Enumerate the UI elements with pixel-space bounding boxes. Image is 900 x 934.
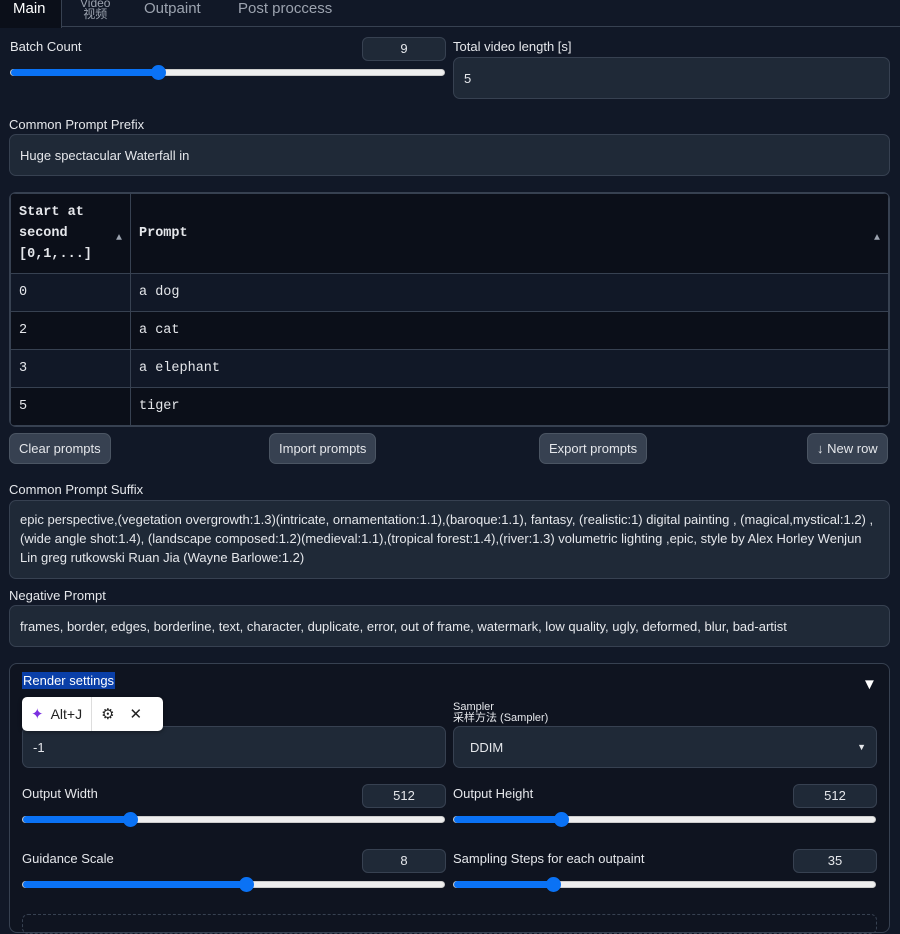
cell-second[interactable]: 0 xyxy=(10,273,131,312)
sub-panel xyxy=(22,914,877,934)
sampler-label: Sampler 采样方法 (Sampler) xyxy=(453,702,548,724)
cell-second[interactable]: 5 xyxy=(10,387,131,426)
cell-prompt[interactable]: tiger xyxy=(130,387,889,426)
suffix-input[interactable]: epic perspective,(vegetation overgrowth:… xyxy=(9,500,890,579)
batch-count-label: Batch Count xyxy=(10,39,82,54)
sampler-value: DDIM xyxy=(470,739,504,755)
cell-prompt[interactable]: a cat xyxy=(130,311,889,350)
tab-video[interactable]: Video 视频 xyxy=(80,0,110,25)
sampler-select[interactable]: DDIM ▼ xyxy=(453,726,877,768)
assistant-popup: ✦ Alt+J ⚙ ✕ xyxy=(22,697,163,731)
tab-bar: Main Video 视频 Outpaint Post proccess xyxy=(0,0,900,28)
table-row[interactable]: 3a elephant xyxy=(10,349,889,388)
close-icon[interactable]: ✕ xyxy=(130,705,143,723)
slider-thumb[interactable] xyxy=(151,65,167,80)
tab-video-sublabel: 视频 xyxy=(83,7,108,21)
header-start-second[interactable]: Start at second [0,1,...] ▲ xyxy=(10,193,131,274)
sort-icon[interactable]: ▲ xyxy=(116,228,122,249)
prefix-input[interactable]: Huge spectacular Waterfall in xyxy=(9,134,890,176)
steps-label: Sampling Steps for each outpaint xyxy=(453,851,645,866)
batch-count-slider[interactable] xyxy=(10,65,445,80)
prefix-label: Common Prompt Prefix xyxy=(9,117,145,132)
output-width-slider[interactable] xyxy=(22,812,445,827)
output-height-input[interactable]: 512 xyxy=(793,784,877,808)
negative-label: Negative Prompt xyxy=(9,588,106,603)
gear-icon[interactable]: ⚙ xyxy=(101,705,114,723)
video-length-label: Total video length [s] xyxy=(453,39,572,54)
negative-input[interactable]: frames, border, edges, borderline, text,… xyxy=(9,605,890,647)
export-prompts-button[interactable]: Export prompts xyxy=(539,433,648,464)
render-settings-title[interactable]: Render settings xyxy=(22,672,116,689)
slider-thumb[interactable] xyxy=(553,812,569,827)
output-width-input[interactable]: 512 xyxy=(362,784,446,808)
steps-input[interactable]: 35 xyxy=(793,849,877,873)
batch-count-input[interactable]: 9 xyxy=(362,37,446,61)
cell-second[interactable]: 2 xyxy=(10,311,131,350)
sort-icon[interactable]: ▲ xyxy=(874,228,880,249)
output-width-label: Output Width xyxy=(22,786,98,801)
sampler-label-zh: 采样方法 (Sampler) xyxy=(453,712,549,724)
output-height-label: Output Height xyxy=(453,786,534,801)
cell-second[interactable]: 3 xyxy=(10,349,131,388)
table-row[interactable]: 0a dog xyxy=(10,273,889,312)
cell-prompt[interactable]: a elephant xyxy=(130,349,889,388)
header-prompt[interactable]: Prompt ▲ xyxy=(130,193,889,274)
tab-post-process[interactable]: Post proccess xyxy=(238,0,332,27)
clear-prompts-button[interactable]: Clear prompts xyxy=(9,433,111,464)
guidance-label: Guidance Scale xyxy=(22,851,114,866)
arrow-down-icon: ↓ xyxy=(817,441,828,456)
table-row[interactable]: 5 tiger xyxy=(10,387,889,426)
sparkle-icon[interactable]: ✦ xyxy=(31,705,44,723)
output-height-slider[interactable] xyxy=(453,812,876,827)
new-row-button[interactable]: ↓ New row xyxy=(807,433,888,464)
seed-input[interactable]: -1 xyxy=(22,726,446,768)
steps-slider[interactable] xyxy=(453,877,876,892)
tab-outpaint[interactable]: Outpaint xyxy=(144,0,201,27)
chevron-down-icon: ▼ xyxy=(857,741,866,752)
prompt-table: Start at second [0,1,...] ▲ Prompt ▲ 0a do… xyxy=(9,192,890,427)
guidance-input[interactable]: 8 xyxy=(362,849,446,873)
video-length-input[interactable]: 5 xyxy=(453,57,890,99)
shortcut-label[interactable]: Alt+J xyxy=(51,706,83,722)
table-row[interactable]: 2a cat xyxy=(10,311,889,350)
tab-main[interactable]: Main xyxy=(0,0,62,28)
cell-prompt[interactable]: a dog xyxy=(130,273,889,312)
import-prompts-button[interactable]: Import prompts xyxy=(269,433,377,464)
new-row-label: New row xyxy=(827,441,878,456)
guidance-slider[interactable] xyxy=(22,877,445,892)
suffix-label: Common Prompt Suffix xyxy=(9,482,144,497)
collapse-triangle-icon[interactable]: ▼ xyxy=(862,676,877,693)
